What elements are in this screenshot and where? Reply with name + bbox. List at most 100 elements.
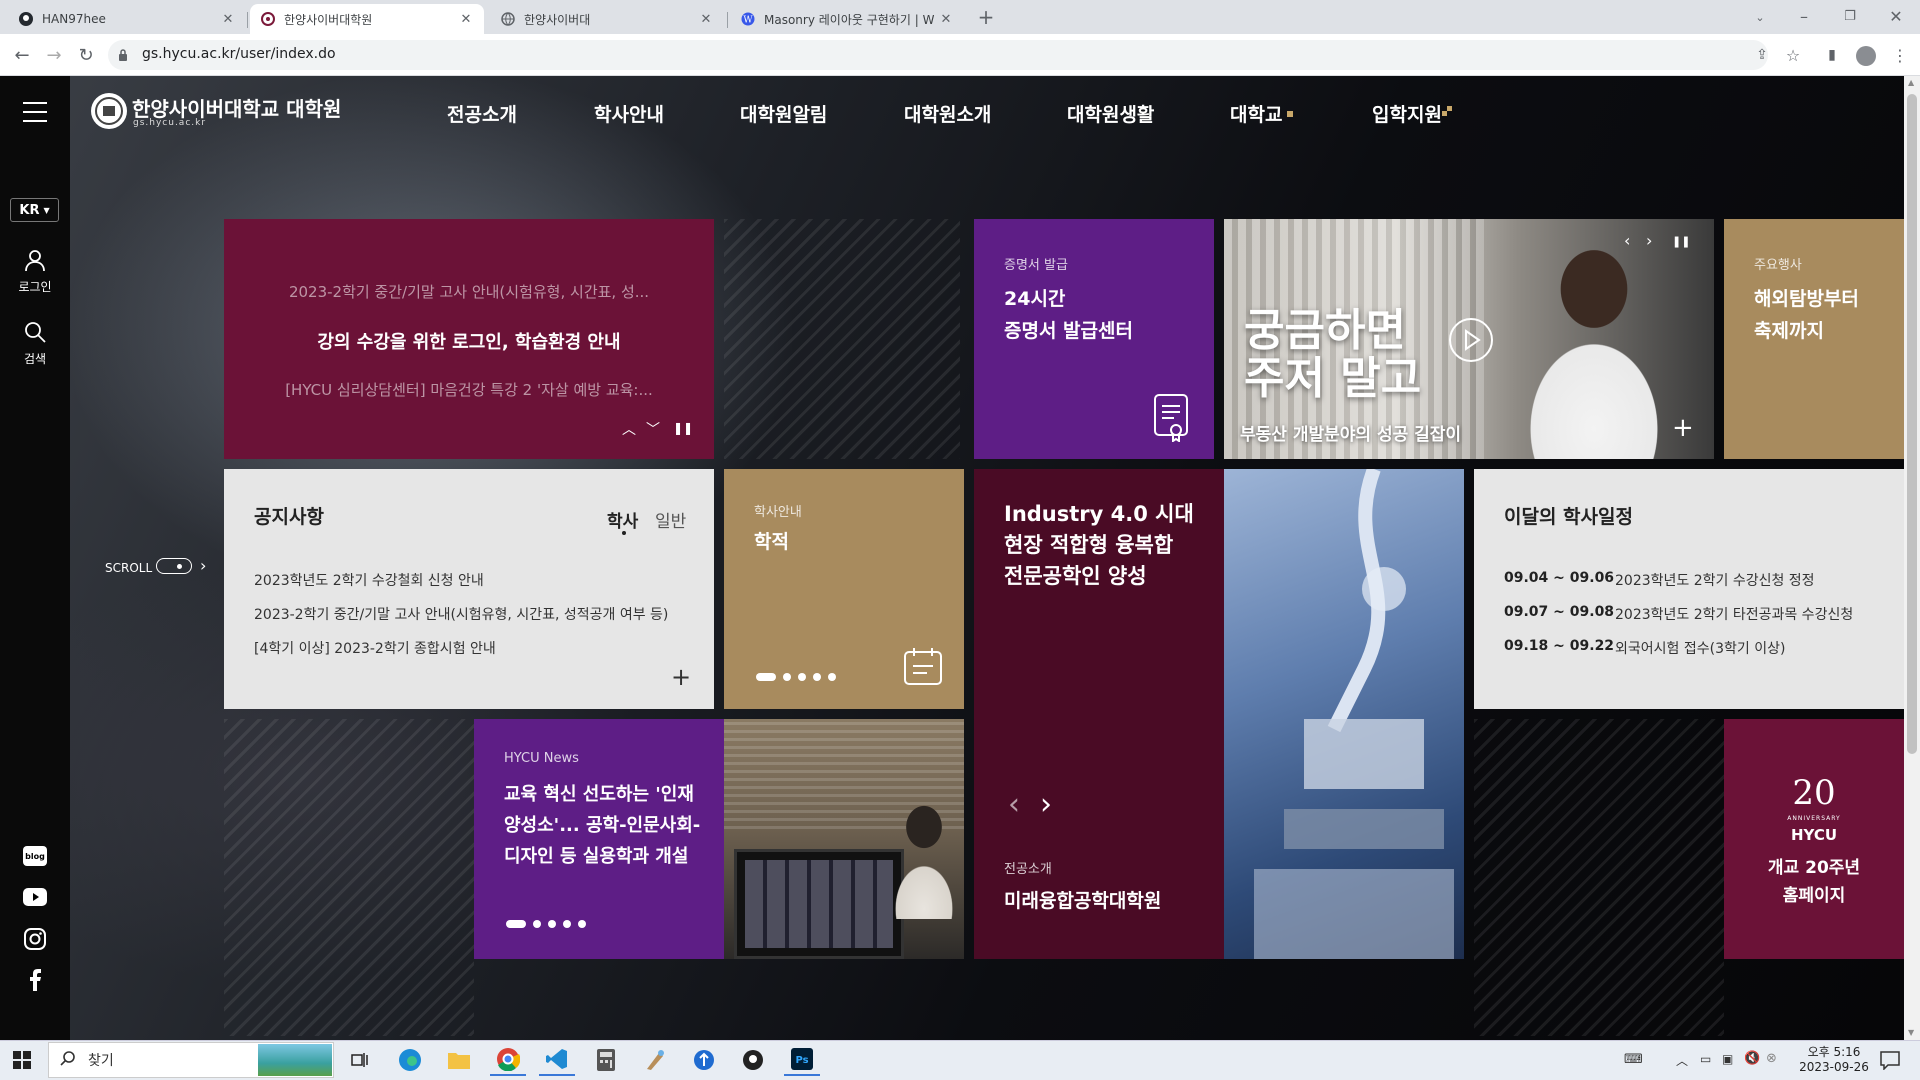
nav-academic[interactable]: 학사안내: [594, 100, 664, 127]
show-hidden-icons-chevron-icon[interactable]: ︿: [1676, 1052, 1688, 1069]
hamburger-menu-icon[interactable]: [23, 102, 47, 122]
window-close-button[interactable]: ✕: [1884, 4, 1908, 28]
status-icon[interactable]: ⊗: [1766, 1051, 1777, 1066]
news-photo[interactable]: [724, 719, 964, 959]
calculator-icon[interactable]: [588, 1044, 624, 1076]
chevron-left-icon[interactable]: ‹: [1008, 787, 1020, 822]
reload-button[interactable]: ↻: [74, 43, 98, 67]
calendar-event[interactable]: 외국어시험 접수(3학기 이상): [1615, 638, 1785, 658]
notification-center-icon[interactable]: [1880, 1050, 1900, 1070]
blog-icon[interactable]: blog: [23, 846, 47, 866]
slide-indicators[interactable]: [506, 920, 586, 928]
tab-hycu[interactable]: 한양사이버대 ✕: [490, 4, 724, 34]
scrollbar-thumb[interactable]: [1907, 94, 1917, 754]
chevron-down-icon[interactable]: ﹀: [646, 419, 660, 439]
anniversary-tile[interactable]: 20 ANNIVERSARY HYCU 개교 20주년 홈페이지: [1724, 719, 1904, 959]
chevron-right-icon[interactable]: ›: [200, 556, 206, 575]
edge-icon[interactable]: [392, 1044, 428, 1076]
pause-icon[interactable]: ❚❚: [673, 421, 693, 435]
nav-admission[interactable]: 입학지원: [1372, 100, 1442, 127]
login-link[interactable]: 로그인: [0, 278, 70, 295]
tab-search-chevron-icon[interactable]: ⌄: [1748, 5, 1772, 29]
notice-item[interactable]: 2023-2학기 중간/기말 고사 안내(시험유형, 시간표, 성적공개 여부 …: [254, 604, 668, 624]
more-plus-icon[interactable]: +: [671, 663, 691, 691]
rotator-item[interactable]: [HYCU 심리상담센터] 마음건강 특강 2 '자살 예방 교육:...: [224, 379, 714, 400]
certificate-tile[interactable]: 증명서 발급 24시간 증명서 발급센터: [974, 219, 1214, 459]
language-select[interactable]: KR ▼: [10, 198, 59, 222]
search-link[interactable]: 검색: [0, 350, 70, 367]
chevron-right-icon[interactable]: ›: [1646, 231, 1652, 250]
forward-button[interactable]: →: [42, 43, 66, 67]
nav-about[interactable]: 대학원소개: [904, 100, 991, 127]
display-icon[interactable]: ▣: [1722, 1052, 1733, 1066]
rotator-item-active[interactable]: 강의 수강을 위한 로그인, 학습환경 안내: [224, 328, 714, 354]
nav-campus-life[interactable]: 대학원생활: [1067, 100, 1154, 127]
windows-start-icon[interactable]: [4, 1044, 40, 1076]
new-tab-button[interactable]: +: [974, 5, 998, 29]
facebook-icon[interactable]: [28, 969, 42, 991]
tab-masonry[interactable]: W Masonry 레이아웃 구현하기 | W ✕: [730, 4, 964, 34]
nav-university[interactable]: 대학교: [1230, 100, 1282, 127]
plus-icon[interactable]: +: [1672, 413, 1694, 443]
pause-icon[interactable]: ❚❚: [1672, 235, 1690, 248]
hycu-news-tile[interactable]: HYCU News 교육 혁신 선도하는 '인재 양성소'... 공학-인문사회…: [474, 719, 724, 959]
bookmark-star-icon[interactable]: ☆: [1781, 43, 1805, 67]
minimize-button[interactable]: –: [1792, 4, 1816, 28]
scroll-down-arrow-icon[interactable]: ▼: [1908, 1028, 1914, 1037]
tab-hycu-graduate[interactable]: 한양사이버대학원 ✕: [250, 4, 484, 34]
youtube-icon[interactable]: [23, 888, 47, 906]
notice-rotator-tile[interactable]: 2023-2학기 중간/기말 고사 안내(시험유형, 시간표, 성... 강의 …: [224, 219, 714, 459]
notice-item[interactable]: 2023학년도 2학기 수강철회 신청 안내: [254, 570, 484, 590]
instagram-icon[interactable]: [24, 928, 46, 950]
nav-majors[interactable]: 전공소개: [447, 100, 517, 127]
clock-date[interactable]: 2023-09-26: [1794, 1060, 1874, 1074]
tab-general-notices[interactable]: 일반: [655, 507, 686, 532]
back-button[interactable]: ←: [10, 43, 34, 67]
notice-item[interactable]: [4학기 이상] 2023-2학기 종합시험 안내: [254, 638, 496, 658]
scroll-up-arrow-icon[interactable]: ▲: [1908, 78, 1914, 87]
chevron-up-icon[interactable]: ︿: [622, 419, 636, 439]
menu-kebab-icon[interactable]: ⋮: [1888, 43, 1912, 67]
vscode-icon[interactable]: [539, 1044, 575, 1076]
close-tab-icon[interactable]: ✕: [220, 12, 236, 27]
calendar-event[interactable]: 2023학년도 2학기 타전공과목 수강신청: [1615, 604, 1853, 624]
user-icon[interactable]: [23, 248, 47, 272]
academic-info-tile[interactable]: 학사안내 학적: [724, 469, 964, 709]
chevron-right-icon[interactable]: ›: [1040, 787, 1052, 822]
address-bar[interactable]: [108, 40, 1768, 70]
clock-time[interactable]: 오후 5:16: [1794, 1043, 1874, 1060]
close-tab-icon[interactable]: ✕: [458, 12, 474, 27]
chrome-icon[interactable]: [490, 1044, 526, 1076]
scroll-toggle[interactable]: [156, 558, 192, 574]
event-tile[interactable]: 주요행사 해외탐방부터 축제까지: [1724, 219, 1904, 459]
tab-academic-notices[interactable]: 학사: [607, 507, 638, 532]
sourcetree-icon[interactable]: [686, 1044, 722, 1076]
photoshop-icon[interactable]: Ps: [784, 1044, 820, 1076]
close-tab-icon[interactable]: ✕: [698, 12, 714, 27]
file-explorer-icon[interactable]: [441, 1044, 477, 1076]
industry-feature-tile[interactable]: Industry 4.0 시대 현장 적합형 융복합 전문공학인 양성 ‹ › …: [974, 469, 1464, 959]
search-icon[interactable]: [23, 320, 47, 344]
speaker-muted-icon[interactable]: 🔇: [1744, 1051, 1760, 1066]
keyboard-icon[interactable]: ⌨: [1624, 1052, 1643, 1067]
slide-indicators[interactable]: [756, 673, 836, 681]
web-page: KR ▼ 로그인 검색 blog 한양사이버대학교 대학원 gs.hycu.ac.…: [0, 76, 1904, 1040]
profile-avatar-icon[interactable]: [1856, 46, 1876, 66]
share-icon[interactable]: ⇪: [1750, 43, 1774, 67]
close-tab-icon[interactable]: ✕: [938, 12, 954, 27]
chevron-left-icon[interactable]: ‹: [1624, 231, 1630, 250]
paint-icon[interactable]: [637, 1044, 673, 1076]
github-desktop-icon[interactable]: [735, 1044, 771, 1076]
task-view-icon[interactable]: [342, 1044, 378, 1076]
hycu-logo-emblem[interactable]: [90, 92, 128, 130]
side-panel-icon[interactable]: ▮: [1820, 43, 1844, 67]
anniversary-number: 20: [1792, 773, 1836, 813]
nav-notices[interactable]: 대학원알림: [740, 100, 827, 127]
promo-video-tile[interactable]: 궁금하면 주저 말고 부동산 개발분야의 성공 길잡이 ‹ › ❚❚ +: [1224, 219, 1714, 459]
play-button-icon[interactable]: [1448, 317, 1494, 363]
restore-button[interactable]: ❐: [1838, 4, 1862, 28]
calendar-event[interactable]: 2023학년도 2학기 수강신청 정정: [1615, 570, 1815, 590]
tab-github[interactable]: HAN97hee ✕: [8, 4, 246, 34]
network-icon[interactable]: ▭: [1700, 1052, 1711, 1066]
rotator-item[interactable]: 2023-2학기 중간/기말 고사 안내(시험유형, 시간표, 성...: [224, 281, 714, 302]
